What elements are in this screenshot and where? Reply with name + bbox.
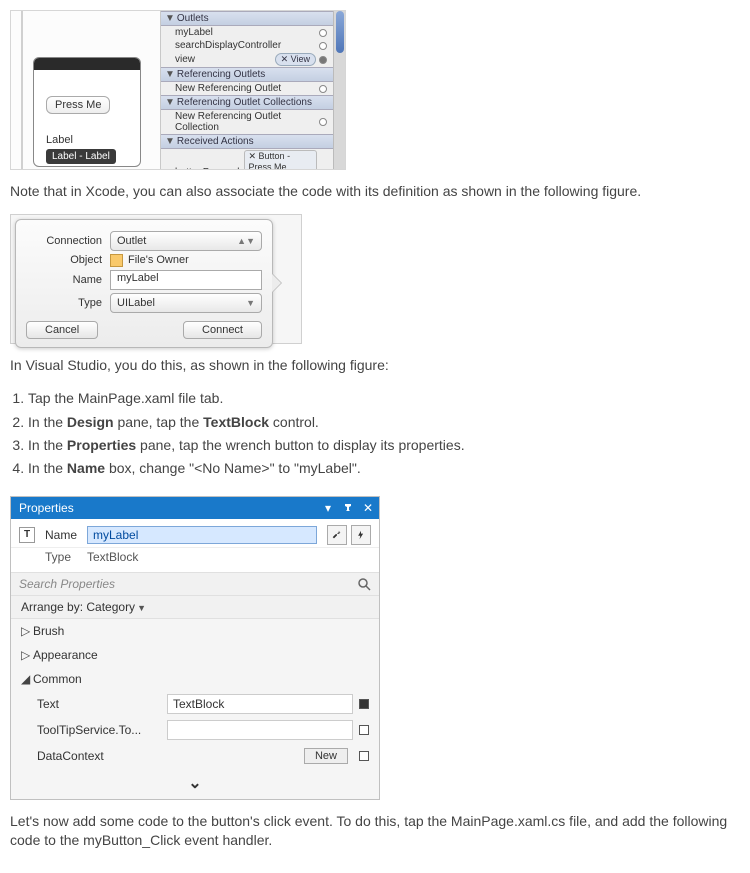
disclosure-triangle-icon: ▼ <box>165 136 175 147</box>
phone-frame: Press Me Label Label - Label <box>33 57 141 167</box>
prop-name: ToolTipService.To... <box>37 723 167 737</box>
connection-circle-icon[interactable] <box>319 118 327 126</box>
expand-more-chevron[interactable]: ⌄ <box>11 769 379 799</box>
label-control[interactable]: Label Label - Label <box>46 130 116 164</box>
dropdown-arrows-icon: ▲▼ <box>237 236 255 246</box>
pin-icon[interactable] <box>341 501 355 515</box>
steps-list: Tap the MainPage.xaml file tab. In the D… <box>28 387 740 480</box>
action-row-buttonpressed[interactable]: buttonPressed ✕ Button - Press Me Touch … <box>161 149 333 170</box>
connect-button[interactable]: Connect <box>183 321 262 339</box>
caption-2: In Visual Studio, you do this, as shown … <box>10 356 740 376</box>
category-appearance[interactable]: ▷Appearance <box>11 643 379 667</box>
textblock-type-icon: T <box>19 527 35 543</box>
caption-3: Let's now add some code to the button's … <box>10 812 740 851</box>
scrollbar[interactable] <box>333 11 345 169</box>
vs-properties-pane: Properties ▾ ✕ T Name myLabel Type TextB… <box>10 496 380 800</box>
connection-label: Connection <box>26 235 102 247</box>
type-label: Type <box>26 297 102 309</box>
type-select[interactable]: UILabel▼ <box>110 293 262 313</box>
property-text: Text TextBlock <box>11 691 379 717</box>
step-3: In the Properties pane, tap the wrench b… <box>28 434 740 456</box>
wrench-button[interactable] <box>327 525 347 545</box>
dropdown-arrow-icon: ▼ <box>246 298 255 308</box>
disclosure-triangle-icon: ▼ <box>165 69 175 80</box>
events-button[interactable] <box>351 525 371 545</box>
category-brush[interactable]: ▷Brush <box>11 619 379 643</box>
section-outlets[interactable]: ▼Outlets <box>161 11 333 26</box>
type-value: TextBlock <box>87 550 138 564</box>
prop-name: DataContext <box>37 749 167 763</box>
phone-canvas: Press Me Label Label - Label <box>11 11 161 169</box>
label-tooltip: Label - Label <box>46 149 116 164</box>
connection-circle-filled-icon[interactable] <box>320 169 327 171</box>
chevron-down-icon: ⌄ <box>188 775 201 792</box>
dropdown-arrow-icon: ▼ <box>137 603 146 613</box>
name-input[interactable]: myLabel <box>110 270 262 290</box>
properties-header: T Name myLabel <box>11 519 379 548</box>
arrange-by-dropdown[interactable]: Arrange by: Category▼ <box>11 596 379 619</box>
view-target-pill: ✕ View <box>275 53 316 66</box>
name-label: Name <box>45 528 87 542</box>
object-value: File's Owner <box>128 254 189 266</box>
outlet-row-mylabel[interactable]: myLabel <box>161 26 333 39</box>
disclosure-triangle-icon: ▼ <box>165 97 175 108</box>
phone-statusbar <box>34 58 140 70</box>
prop-tooltip-input[interactable] <box>167 720 353 740</box>
disclosure-triangle-icon: ▼ <box>165 13 175 24</box>
property-tooltip: ToolTipService.To... <box>11 717 379 743</box>
outlet-row-view[interactable]: view ✕ View <box>161 52 333 67</box>
xcode-connections-figure: Press Me Label Label - Label ▼Outlets my… <box>10 10 346 170</box>
new-button[interactable]: New <box>304 748 348 764</box>
collapse-arrow-icon: ◢ <box>21 672 33 686</box>
connection-circle-icon[interactable] <box>319 29 327 37</box>
connection-circle-filled-icon[interactable] <box>319 56 327 64</box>
type-label: Type <box>45 550 87 564</box>
outlet-row-searchdisplay[interactable]: searchDisplayController <box>161 39 333 52</box>
connection-select[interactable]: Outlet▲▼ <box>110 231 262 251</box>
expand-arrow-icon: ▷ <box>21 648 33 662</box>
search-properties-box[interactable]: Search Properties <box>11 573 379 596</box>
section-ref-outlets[interactable]: ▼Referencing Outlets <box>161 67 333 82</box>
type-row: Type TextBlock <box>11 548 379 573</box>
new-ref-outlet-row[interactable]: New Referencing Outlet <box>161 82 333 95</box>
label-text: Label <box>46 134 73 146</box>
connection-circle-icon[interactable] <box>319 42 327 50</box>
caption-1: Note that in Xcode, you can also associa… <box>10 182 740 202</box>
step-4: In the Name box, change "<No Name>" to "… <box>28 457 740 479</box>
property-marker-icon[interactable] <box>359 751 369 761</box>
section-ref-collections[interactable]: ▼Referencing Outlet Collections <box>161 95 333 110</box>
properties-titlebar[interactable]: Properties ▾ ✕ <box>11 497 379 519</box>
name-label: Name <box>26 274 102 286</box>
property-marker-icon[interactable] <box>359 699 369 709</box>
category-common[interactable]: ◢Common <box>11 667 379 691</box>
expand-arrow-icon: ▷ <box>21 624 33 638</box>
connections-inspector: ▼Outlets myLabel searchDisplayController… <box>161 11 345 169</box>
action-tag: ✕ Button - Press Me <box>244 150 318 170</box>
xcode-outlet-popover-figure: Connection Outlet▲▼ Object File's Owner … <box>10 214 302 344</box>
name-input[interactable]: myLabel <box>87 526 317 544</box>
new-ref-collection-row[interactable]: New Referencing Outlet Collection <box>161 110 333 134</box>
step-2: In the Design pane, tap the TextBlock co… <box>28 411 740 433</box>
search-placeholder: Search Properties <box>19 577 115 591</box>
step-1: Tap the MainPage.xaml file tab. <box>28 387 740 409</box>
outlet-popover: Connection Outlet▲▼ Object File's Owner … <box>15 219 273 348</box>
object-label: Object <box>26 254 102 266</box>
press-me-button[interactable]: Press Me <box>46 96 110 114</box>
prop-text-input[interactable]: TextBlock <box>167 694 353 714</box>
autohide-dropdown-icon[interactable]: ▾ <box>321 501 335 515</box>
connection-circle-icon[interactable] <box>319 85 327 93</box>
files-owner-icon <box>110 254 123 267</box>
section-received-actions[interactable]: ▼Received Actions <box>161 134 333 149</box>
cancel-button[interactable]: Cancel <box>26 321 98 339</box>
prop-name: Text <box>37 697 167 711</box>
properties-title: Properties <box>19 501 74 515</box>
search-icon <box>357 577 371 591</box>
property-marker-icon[interactable] <box>359 725 369 735</box>
close-icon[interactable]: ✕ <box>361 501 375 515</box>
property-datacontext: DataContext New <box>11 743 379 769</box>
